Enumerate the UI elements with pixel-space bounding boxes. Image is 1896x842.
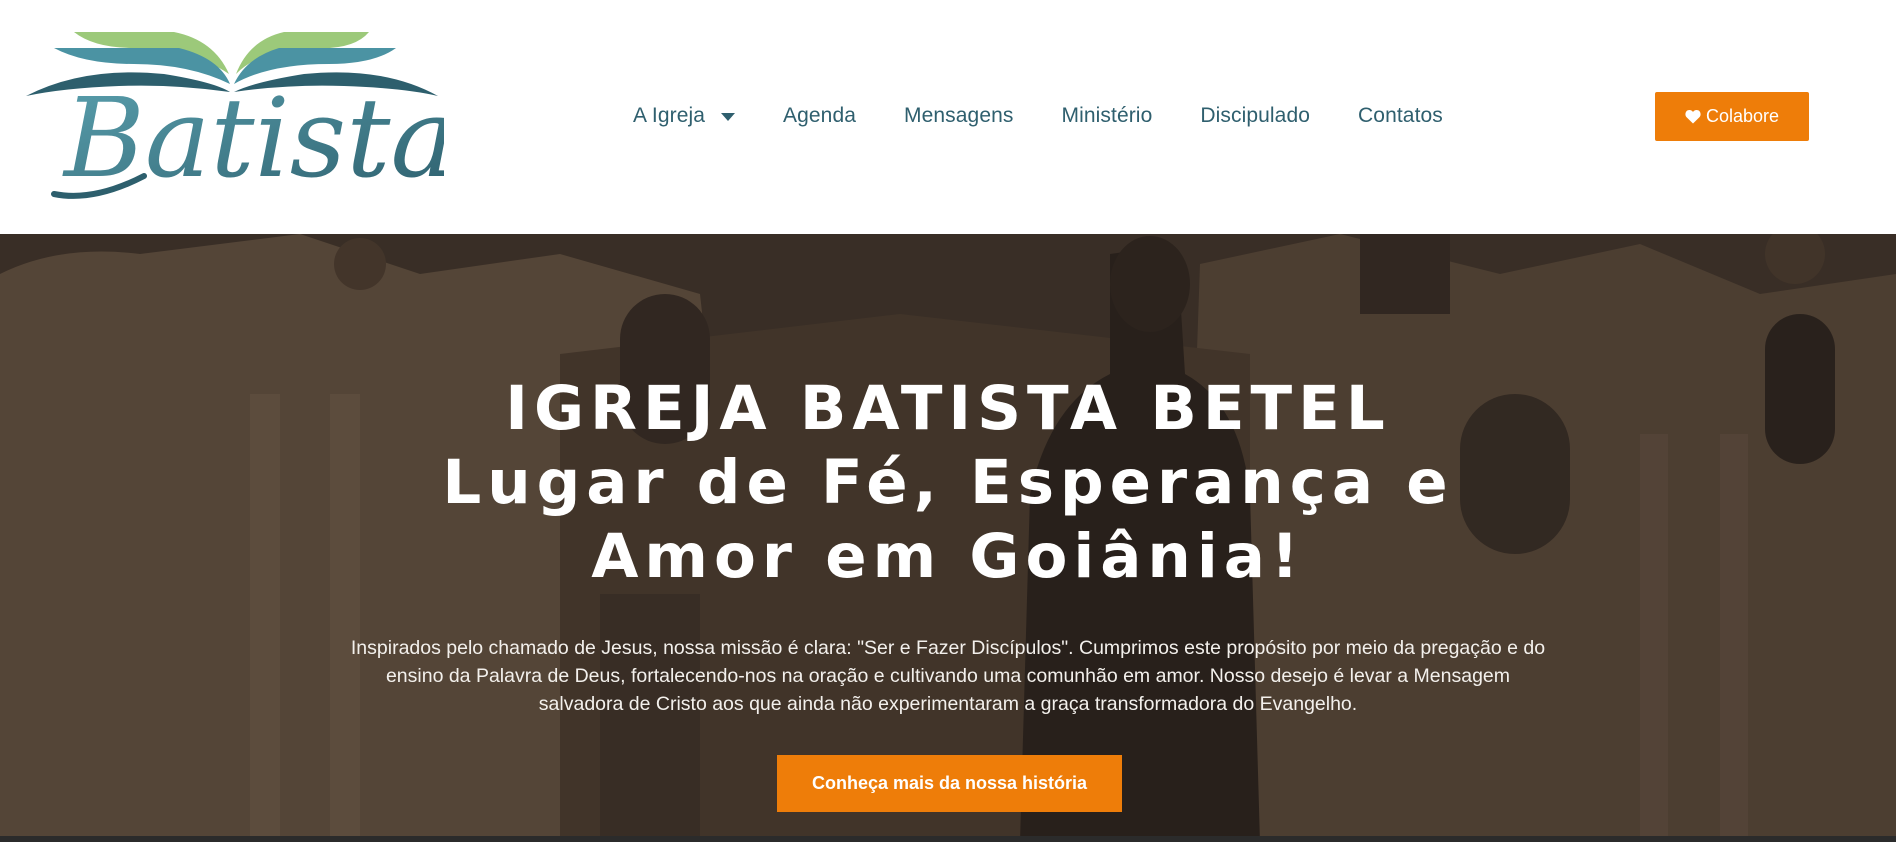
hero-title: IGREJA BATISTA BETEL Lugar de Fé, Espera…: [0, 372, 1896, 594]
hero-description: Inspirados pelo chamado de Jesus, nossa …: [350, 637, 1546, 715]
main-nav: A Igreja Agenda Mensagens Ministério Dis…: [633, 100, 1443, 132]
history-cta-button[interactable]: Conheça mais da nossa história: [777, 755, 1122, 812]
nav-item-mensagens[interactable]: Mensagens: [904, 104, 1013, 128]
nav-item-a-igreja[interactable]: A Igreja: [633, 104, 736, 128]
heart-icon: [1685, 109, 1701, 124]
batista-logo[interactable]: Batista: [24, 26, 444, 206]
nav-item-agenda[interactable]: Agenda: [783, 104, 856, 128]
section-divider: [0, 836, 1896, 842]
hero-title-main: IGREJA BATISTA BETEL: [505, 373, 1391, 444]
nav-label: Agenda: [783, 104, 857, 127]
nav-label: Mensagens: [904, 104, 1014, 127]
chevron-down-icon[interactable]: [721, 113, 736, 121]
site-header: Batista A Igreja Agenda Mensagens Minist…: [0, 0, 1896, 234]
donate-label: Colabore: [1705, 106, 1780, 126]
hero-title-sub: Lugar de Fé, Esperança e Amor em Goiânia…: [442, 447, 1454, 592]
nav-item-ministerio[interactable]: Ministério: [1062, 104, 1153, 128]
nav-label: Contatos: [1358, 104, 1443, 127]
nav-item-discipulado[interactable]: Discipulado: [1200, 104, 1310, 128]
nav-item-contatos[interactable]: Contatos: [1358, 104, 1443, 128]
donate-button[interactable]: Colabore: [1655, 92, 1809, 141]
logo-wordmark: Batista: [62, 74, 444, 202]
hero-section: IGREJA BATISTA BETEL Lugar de Fé, Espera…: [0, 234, 1896, 842]
nav-label: Ministério: [1061, 104, 1153, 127]
nav-label: A Igreja: [633, 104, 706, 127]
nav-label: Discipulado: [1200, 104, 1311, 127]
